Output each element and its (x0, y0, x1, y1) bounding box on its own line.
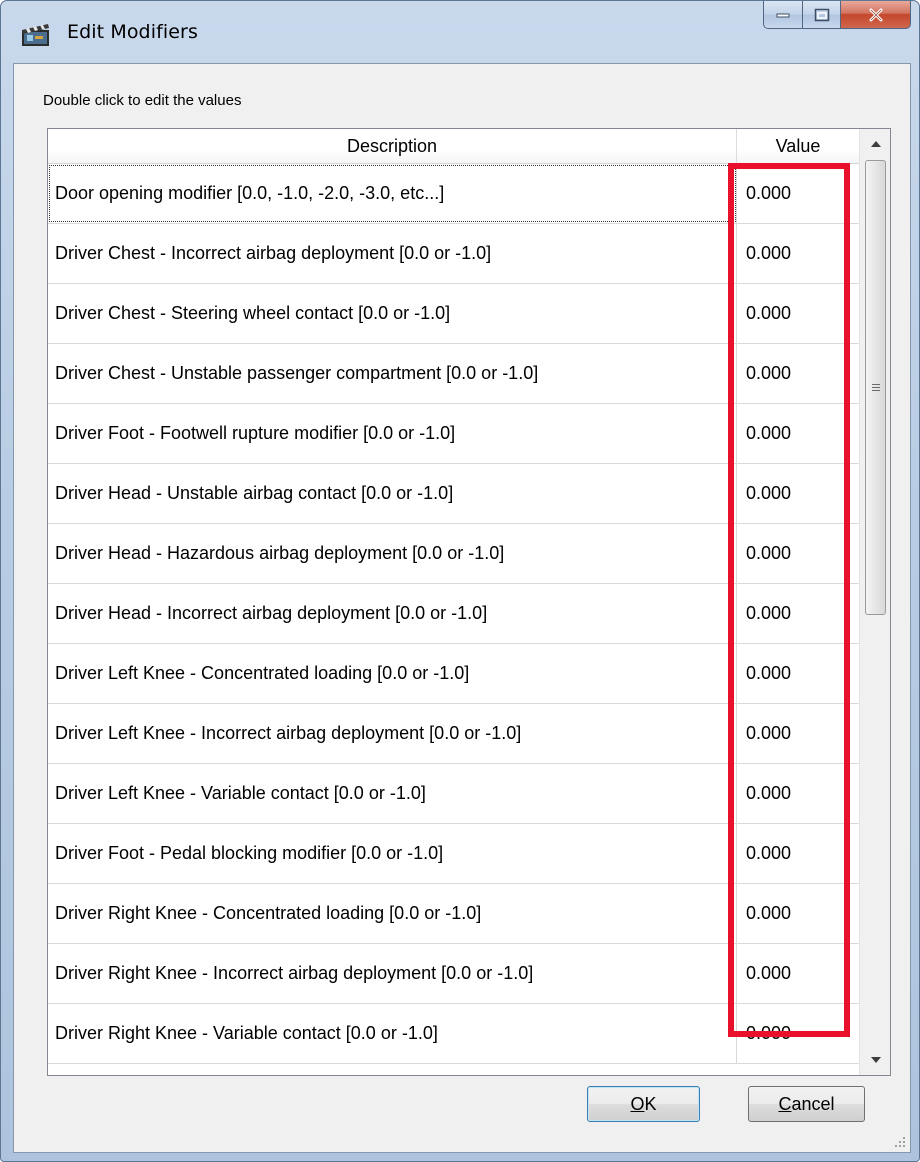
description-cell: Driver Right Knee - Incorrect airbag dep… (48, 944, 737, 1003)
value-cell[interactable]: 0.000 (737, 404, 859, 463)
description-cell: Driver Head - Incorrect airbag deploymen… (48, 584, 737, 643)
table-row[interactable]: Driver Left Knee - Concentrated loading … (48, 644, 859, 704)
dialog-client-area: Double click to edit the values Descript… (13, 63, 911, 1153)
value-cell[interactable]: 0.000 (737, 284, 859, 343)
minimize-icon (776, 13, 790, 17)
title-bar[interactable]: Edit Modifiers (1, 1, 919, 63)
window-title: Edit Modifiers (67, 21, 198, 43)
close-icon (869, 8, 882, 21)
grip-icon (871, 384, 880, 391)
table-row[interactable]: Driver Foot - Pedal blocking modifier [0… (48, 824, 859, 884)
scroll-up-button[interactable] (860, 129, 890, 159)
column-header-value[interactable]: Value (737, 129, 859, 164)
value-cell[interactable]: 0.000 (737, 524, 859, 583)
vertical-scrollbar[interactable] (859, 129, 890, 1075)
table-row[interactable]: Driver Right Knee - Concentrated loading… (48, 884, 859, 944)
maximize-button[interactable] (803, 1, 841, 29)
cancel-button[interactable]: Cancel (748, 1086, 865, 1122)
table-row[interactable]: Driver Chest - Incorrect airbag deployme… (48, 224, 859, 284)
minimize-button[interactable] (763, 1, 803, 29)
value-cell[interactable]: 0.000 (737, 1004, 859, 1063)
resize-grip-icon[interactable] (894, 1136, 906, 1148)
description-cell: Driver Chest - Incorrect airbag deployme… (48, 224, 737, 283)
close-button[interactable] (841, 1, 911, 29)
caption-buttons (763, 1, 911, 29)
description-cell: Door opening modifier [0.0, -1.0, -2.0, … (48, 164, 737, 223)
description-cell: Driver Right Knee - Variable contact [0.… (48, 1004, 737, 1063)
scroll-thumb[interactable] (865, 160, 886, 615)
value-cell[interactable]: 0.000 (737, 464, 859, 523)
arrow-up-icon (870, 141, 881, 147)
description-cell: Driver Left Knee - Concentrated loading … (48, 644, 737, 703)
table-row[interactable]: Driver Right Knee - Variable contact [0.… (48, 1004, 859, 1064)
value-cell[interactable]: 0.000 (737, 344, 859, 403)
table-row[interactable]: Driver Head - Hazardous airbag deploymen… (48, 524, 859, 584)
table-row[interactable]: Driver Chest - Steering wheel contact [0… (48, 284, 859, 344)
scroll-down-button[interactable] (860, 1045, 890, 1075)
maximize-icon (814, 8, 829, 21)
column-header-description[interactable]: Description (48, 129, 737, 164)
value-cell[interactable]: 0.000 (737, 224, 859, 283)
value-cell[interactable]: 0.000 (737, 644, 859, 703)
table-row[interactable]: Driver Chest - Unstable passenger compar… (48, 344, 859, 404)
description-cell: Driver Chest - Steering wheel contact [0… (48, 284, 737, 343)
grid-rows: Door opening modifier [0.0, -1.0, -2.0, … (48, 164, 859, 1064)
cancel-label: ancel (791, 1093, 835, 1114)
description-cell: Driver Chest - Unstable passenger compar… (48, 344, 737, 403)
dialog-window: Edit Modifiers Double click to edit the … (0, 0, 920, 1162)
ok-mnemonic: O (630, 1093, 645, 1114)
description-cell: Driver Left Knee - Incorrect airbag depl… (48, 704, 737, 763)
description-cell: Driver Head - Hazardous airbag deploymen… (48, 524, 737, 583)
film-clapper-icon (22, 24, 49, 46)
table-row[interactable]: Driver Right Knee - Incorrect airbag dep… (48, 944, 859, 1004)
instruction-label: Double click to edit the values (43, 92, 242, 109)
description-cell: Driver Left Knee - Variable contact [0.0… (48, 764, 737, 823)
table-row[interactable]: Driver Head - Unstable airbag contact [0… (48, 464, 859, 524)
value-cell[interactable]: 0.000 (737, 764, 859, 823)
table-row[interactable]: Driver Head - Incorrect airbag deploymen… (48, 584, 859, 644)
description-cell: Driver Foot - Pedal blocking modifier [0… (48, 824, 737, 883)
table-row[interactable]: Driver Foot - Footwell rupture modifier … (48, 404, 859, 464)
description-cell: Driver Right Knee - Concentrated loading… (48, 884, 737, 943)
arrow-down-icon (870, 1057, 881, 1063)
value-cell[interactable]: 0.000 (737, 704, 859, 763)
description-cell: Driver Head - Unstable airbag contact [0… (48, 464, 737, 523)
modifiers-grid[interactable]: Description Value Door opening modifier … (47, 128, 891, 1076)
value-cell[interactable]: 0.000 (737, 944, 859, 1003)
cancel-mnemonic: C (778, 1093, 792, 1114)
description-cell: Driver Foot - Footwell rupture modifier … (48, 404, 737, 463)
table-row[interactable]: Door opening modifier [0.0, -1.0, -2.0, … (48, 164, 859, 224)
ok-button[interactable]: OK (587, 1086, 700, 1122)
grid-header: Description Value (48, 129, 859, 164)
table-row[interactable]: Driver Left Knee - Variable contact [0.0… (48, 764, 859, 824)
value-cell[interactable]: 0.000 (737, 884, 859, 943)
value-cell[interactable]: 0.000 (737, 584, 859, 643)
value-cell[interactable]: 0.000 (737, 164, 859, 223)
value-cell[interactable]: 0.000 (737, 824, 859, 883)
ok-label: K (644, 1093, 657, 1114)
table-row[interactable]: Driver Left Knee - Incorrect airbag depl… (48, 704, 859, 764)
